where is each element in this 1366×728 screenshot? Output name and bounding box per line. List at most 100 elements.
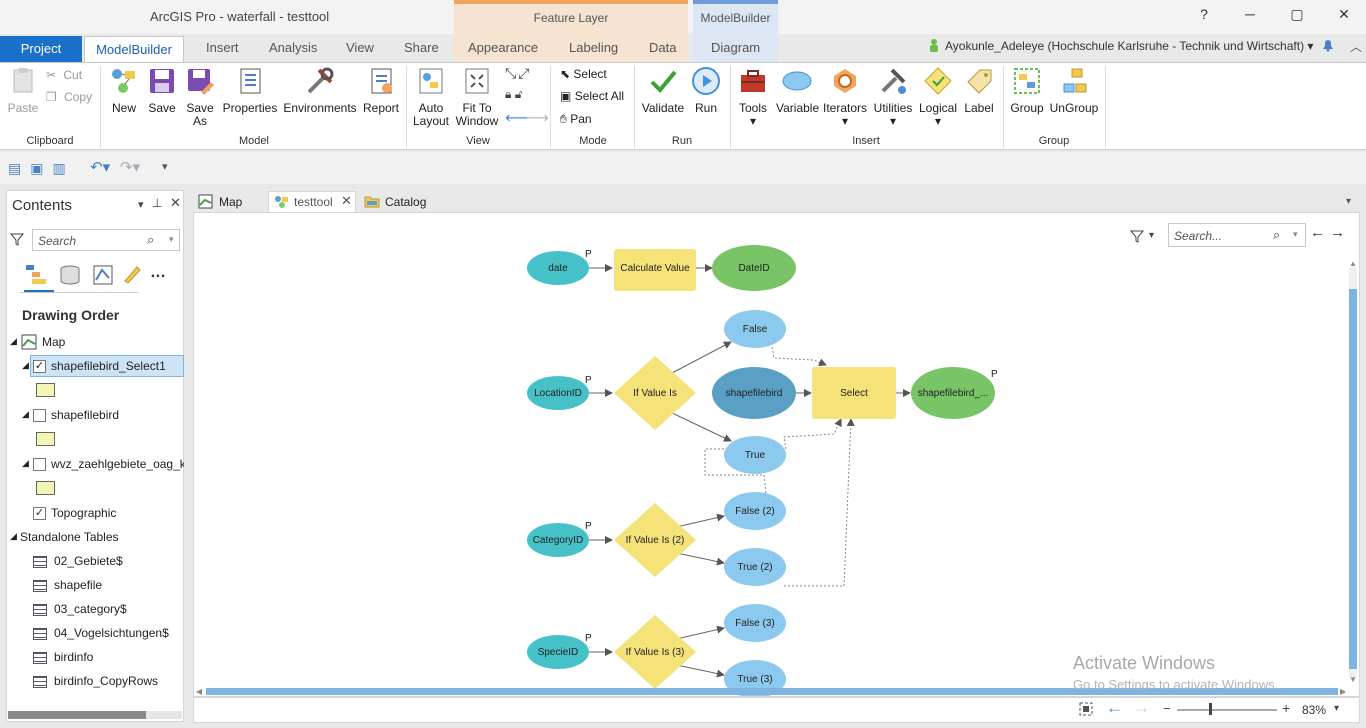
tab-diagram[interactable]: Diagram [711, 40, 760, 62]
doc-tab-map[interactable]: Map [219, 195, 242, 209]
properties-button[interactable]: Properties [222, 66, 278, 115]
notification-icon[interactable] [1320, 38, 1336, 52]
tab-modelbuilder[interactable]: ModelBuilder [84, 36, 184, 63]
list-by-source-icon[interactable] [59, 264, 81, 286]
close-tab-icon[interactable]: ✕ [341, 193, 352, 209]
minimize-button[interactable]: ─ [1238, 6, 1262, 22]
table-item[interactable]: 02_Gebiete$ [54, 554, 123, 568]
previous-extent-icon[interactable]: ⟵ [505, 108, 528, 128]
tab-share[interactable]: Share [404, 40, 439, 62]
node-calculate-value[interactable]: Calculate Value [614, 249, 696, 291]
tab-appearance[interactable]: Appearance [468, 40, 538, 62]
list-by-selection-icon[interactable] [92, 264, 114, 286]
node-output[interactable]: shapefilebird_...P [911, 367, 998, 419]
node-true-2[interactable]: True (2) [724, 548, 786, 586]
tab-insert[interactable]: Insert [206, 40, 239, 62]
layer-checkbox[interactable]: ✓ [33, 507, 46, 520]
node-categoryid[interactable]: CategoryIDP [527, 521, 592, 557]
tab-project[interactable]: Project [0, 36, 82, 62]
node-false-3[interactable]: False (3) [724, 604, 786, 642]
layer-checkbox[interactable] [33, 409, 46, 422]
zoom-slider[interactable] [1177, 709, 1277, 711]
doc-tab-catalog[interactable]: Catalog [385, 195, 426, 209]
expand-arrow-icon[interactable]: ◢ [22, 409, 29, 420]
node-if-value-is-3[interactable]: If Value Is (3) [614, 615, 696, 689]
table-item[interactable]: 04_Vogelsichtungen$ [54, 626, 169, 640]
zoom-slider-thumb[interactable] [1209, 703, 1212, 715]
pin-icon[interactable]: ⊥ [152, 196, 162, 210]
close-button[interactable]: ✕ [1332, 6, 1356, 23]
auto-layout-button[interactable]: Auto Layout [410, 66, 452, 128]
filter-icon[interactable] [10, 232, 24, 246]
layer-checkbox[interactable] [33, 458, 46, 471]
node-false[interactable]: False [724, 310, 786, 348]
next-extent-icon[interactable]: ⟶ [526, 108, 549, 128]
list-by-drawing-order-tab[interactable] [24, 262, 54, 292]
zoom-dropdown-icon[interactable]: ▾ [1334, 703, 1339, 714]
select-all-button[interactable]: ▣ Select All [560, 89, 624, 103]
node-dateid[interactable]: DateID [712, 245, 796, 291]
model-diagram[interactable]: date P Calculate Value DateID False Locat… [194, 213, 1360, 697]
redo-icon[interactable]: ↷▾ [120, 158, 140, 176]
scrollbar-thumb[interactable] [1349, 289, 1357, 669]
table-item[interactable]: 03_category$ [54, 602, 127, 616]
tools-button[interactable]: Tools ▾ [734, 66, 772, 128]
contents-search-field[interactable]: Search ⌕ ▾ [32, 229, 180, 251]
zoom-in-icon[interactable]: + [1282, 700, 1290, 716]
layer-item[interactable]: Topographic [51, 506, 116, 520]
layer-symbol-swatch[interactable] [36, 481, 55, 495]
pane-menu-icon[interactable]: ▾ [138, 198, 144, 211]
tab-analysis[interactable]: Analysis [269, 40, 317, 62]
expand-arrow-icon[interactable]: ◢ [22, 360, 29, 371]
layer-symbol-swatch[interactable] [36, 432, 55, 446]
layer-symbol-swatch[interactable] [36, 383, 55, 397]
scroll-left-icon[interactable]: ◀ [196, 687, 202, 696]
scroll-up-icon[interactable]: ▲ [1349, 259, 1357, 268]
scroll-right-icon[interactable]: ▶ [1340, 687, 1346, 696]
full-extent-icon[interactable] [1078, 701, 1094, 717]
node-date[interactable]: date P [527, 249, 592, 285]
help-button[interactable]: ? [1192, 6, 1216, 22]
model-canvas[interactable]: date P Calculate Value DateID False Locat… [193, 212, 1360, 697]
list-by-editing-icon[interactable] [122, 264, 142, 284]
lock-icons[interactable]: 🔒︎ 🔓︎ [505, 87, 523, 102]
node-specieid[interactable]: SpecieID P [527, 633, 592, 669]
vertical-scrollbar[interactable] [1349, 267, 1357, 678]
expand-arrow-icon[interactable]: ◢ [10, 531, 17, 542]
copy-button[interactable]: ❐ Copy [46, 90, 92, 104]
layer-item[interactable]: shapefilebird_Select1 [51, 359, 166, 373]
save-button[interactable]: Save [146, 66, 178, 115]
table-item[interactable]: shapefile [54, 578, 102, 592]
tab-view[interactable]: View [346, 40, 374, 62]
collapse-ribbon-icon[interactable]: ︿ [1350, 38, 1362, 55]
layer-item[interactable]: wvz_zaehlgebiete_oag_ka [51, 457, 184, 471]
select-button[interactable]: ⬉ Select [560, 67, 607, 81]
table-item[interactable]: birdinfo [54, 650, 93, 664]
table-item[interactable]: birdinfo_CopyRows [54, 674, 158, 688]
pan-button[interactable]: ✋︎ Pan [560, 112, 592, 127]
search-previous-icon[interactable]: ← [1310, 224, 1325, 241]
variable-button[interactable]: Variable [776, 66, 819, 115]
group-button[interactable]: Group [1008, 66, 1046, 115]
zoom-extent-icons[interactable]: ⤡⤢ [505, 65, 531, 82]
filter-dropdown-icon[interactable]: ▾ [1149, 230, 1154, 241]
label-button[interactable]: Label [962, 66, 996, 115]
node-false-2[interactable]: False (2) [724, 492, 786, 530]
undo-icon[interactable]: ↶▾ [90, 158, 110, 176]
ungroup-button[interactable]: UnGroup [1048, 66, 1100, 115]
node-shapefilebird[interactable]: shapefilebird [712, 367, 796, 419]
canvas-search-field[interactable]: Search... ⌕ ▾ [1168, 223, 1306, 247]
tab-list-icon[interactable]: ▾ [1346, 196, 1351, 207]
node-select[interactable]: Select [812, 367, 896, 419]
environments-button[interactable]: Environments [282, 66, 358, 115]
run-button[interactable]: Run [690, 66, 722, 115]
layer-checkbox[interactable]: ✓ [33, 360, 46, 373]
iterators-button[interactable]: Iterators ▾ [822, 66, 868, 128]
save-as-button[interactable]: Save As [182, 66, 218, 128]
node-true[interactable]: True [724, 436, 786, 474]
standalone-tables-node[interactable]: Standalone Tables [20, 530, 119, 544]
close-pane-icon[interactable]: ✕ [170, 195, 181, 211]
previous-extent-icon[interactable]: ← [1106, 698, 1123, 718]
maximize-button[interactable]: ▢ [1285, 6, 1309, 23]
cut-button[interactable]: ✂ Cut [46, 68, 82, 82]
